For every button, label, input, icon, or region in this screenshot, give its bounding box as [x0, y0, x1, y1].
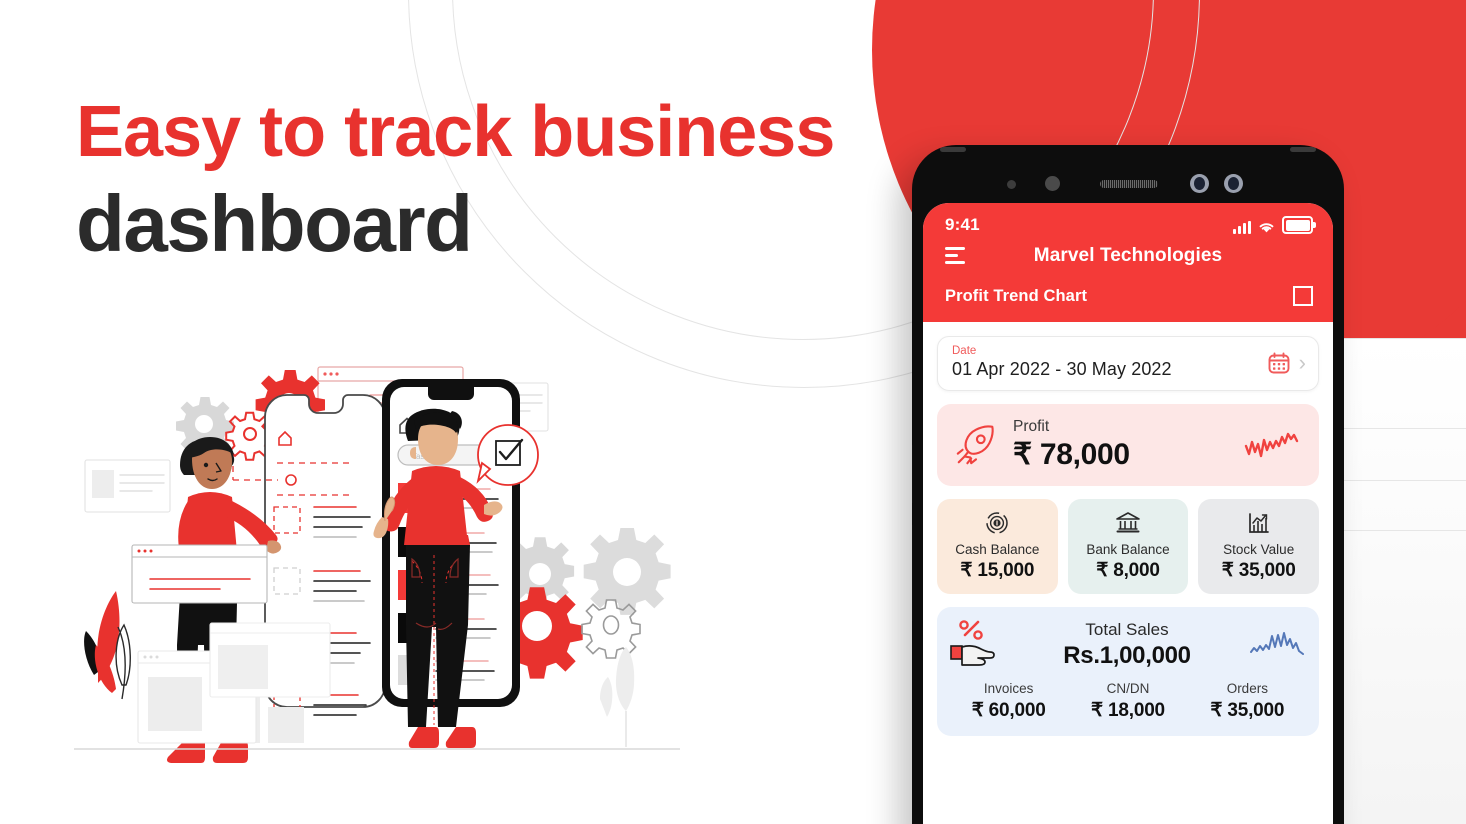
profit-label: Profit: [1013, 418, 1050, 435]
stat-card-value: ₹ 15,000: [960, 560, 1035, 581]
date-filter-card[interactable]: Date 01 Apr 2022 - 30 May 2022 ›: [937, 336, 1319, 391]
hero-heading-line2: dashboard: [76, 179, 473, 268]
stat-card-value: ₹ 35,000: [1221, 560, 1296, 581]
chart-section-title: Profit Trend Chart: [945, 286, 1088, 305]
breakdown-invoices: Invoices ₹ 60,000: [949, 681, 1068, 722]
expand-fullscreen-icon[interactable]: [1293, 286, 1313, 306]
earpiece-speaker: [1100, 180, 1158, 188]
phone-volume-button[interactable]: [912, 525, 913, 621]
breakdown-value: ₹ 18,000: [1091, 700, 1165, 721]
background-hline: [1330, 480, 1466, 481]
date-filter-text: Date 01 Apr 2022 - 30 May 2022: [952, 345, 1172, 380]
breakdown-label: CN/DN: [1106, 681, 1150, 696]
breakdown-orders: Orders ₹ 35,000: [1188, 681, 1307, 722]
front-camera-icon: [1190, 174, 1209, 193]
phone-bezel-tab-left: [940, 147, 966, 152]
breakdown-value: ₹ 60,000: [971, 700, 1046, 721]
chevron-right-icon[interactable]: ›: [1299, 351, 1306, 374]
sparkline-red-icon: [1244, 432, 1299, 458]
chart-bar-icon: [1202, 510, 1315, 536]
chart-section-bar: Profit Trend Chart: [923, 280, 1333, 322]
stat-card-cash-balance[interactable]: Cash Balance ₹ 15,000: [937, 499, 1058, 594]
breakdown-value: ₹ 35,000: [1210, 700, 1285, 721]
background-hline: [1330, 530, 1466, 531]
status-bar: 9:41: [923, 203, 1333, 237]
sparkline-blue-icon: [1250, 632, 1304, 655]
app-title: Marvel Technologies: [1033, 244, 1223, 266]
date-filter-actions: ›: [1267, 351, 1306, 375]
light-sensor-icon: [1045, 176, 1060, 191]
phone-bezel-tab-right: [1290, 147, 1316, 152]
hero-heading: Easy to track business dashboard: [76, 92, 835, 268]
stat-card-label: Stock Value: [1223, 542, 1295, 557]
date-filter-label: Date: [952, 345, 977, 357]
background-hline: [1330, 338, 1466, 339]
stat-card-row: Cash Balance ₹ 15,000 Bank Balance ₹ 8,0…: [937, 499, 1320, 594]
rocket-icon: [956, 425, 994, 465]
signal-bars-icon: [1233, 221, 1251, 234]
hero-heading-line1: Easy to track business: [76, 92, 835, 172]
phone-screen: 9:41 Marvel Technologies Profit Trend Ch…: [923, 203, 1333, 824]
phone-side-button[interactable]: [912, 445, 913, 503]
app-content: Date 01 Apr 2022 - 30 May 2022 › Profit …: [923, 322, 1333, 736]
calendar-icon[interactable]: [1267, 351, 1291, 375]
wifi-icon: [1259, 223, 1274, 233]
right-gradient-panel: [1330, 338, 1466, 824]
app-title-bar: Marvel Technologies: [923, 237, 1333, 280]
status-indicators: [1233, 216, 1316, 234]
app-header: 9:41 Marvel Technologies Profit Trend Ch…: [923, 203, 1333, 322]
hero-illustration: Task: [60, 355, 700, 775]
battery-icon: [1282, 216, 1316, 234]
stat-card-value: ₹ 8,000: [1096, 560, 1160, 581]
stat-card-label: Cash Balance: [955, 542, 1040, 557]
coin-icon: [941, 510, 1054, 536]
total-sales-breakdown: Invoices ₹ 60,000 CN/DN ₹ 18,000 Orders …: [949, 681, 1307, 722]
bank-icon: [1072, 510, 1185, 536]
stat-card-stock-value[interactable]: Stock Value ₹ 35,000: [1198, 499, 1320, 594]
profit-text-block: Profit ₹ 78,000: [1013, 418, 1229, 472]
hamburger-menu-icon[interactable]: [945, 247, 965, 264]
total-sales-label: Total Sales: [1085, 620, 1169, 639]
phone-mockup: 9:41 Marvel Technologies Profit Trend Ch…: [912, 145, 1344, 824]
profit-value: ₹ 78,000: [1013, 438, 1130, 471]
background-hline: [1330, 428, 1466, 429]
proximity-sensor-icon: [1007, 180, 1016, 189]
stat-card-bank-balance[interactable]: Bank Balance ₹ 8,000: [1067, 499, 1189, 594]
front-camera-secondary-icon: [1224, 174, 1243, 193]
profit-card[interactable]: Profit ₹ 78,000: [937, 404, 1319, 486]
breakdown-cn-dn: CN/DN ₹ 18,000: [1068, 681, 1187, 722]
breakdown-label: Invoices: [983, 681, 1034, 696]
phone-sensor-strip: [912, 171, 1344, 197]
total-sales-header: Total Sales Rs.1,00,000: [949, 619, 1307, 671]
total-sales-text-block: Total Sales Rs.1,00,000: [1013, 620, 1241, 670]
total-sales-card[interactable]: Total Sales Rs.1,00,000 Invoices ₹ 60,00…: [937, 607, 1319, 736]
total-sales-value: Rs.1,00,000: [1063, 642, 1191, 669]
date-filter-value: 01 Apr 2022 - 30 May 2022: [952, 359, 1172, 379]
breakdown-label: Orders: [1226, 681, 1268, 696]
promo-banner: Easy to track business dashboard Task 9:…: [0, 0, 1466, 824]
status-time: 9:41: [945, 215, 980, 234]
stat-card-label: Bank Balance: [1086, 542, 1170, 557]
hand-percent-icon: [950, 620, 995, 666]
